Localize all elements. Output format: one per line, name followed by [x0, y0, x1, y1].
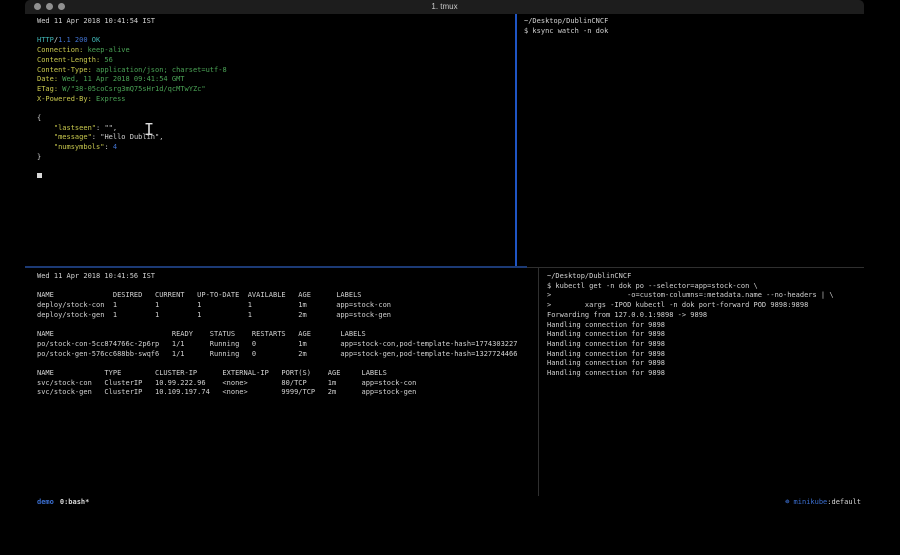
pane-kubectl-resources[interactable]: Wed 11 Apr 2018 10:41:56 IST NAME DESIRE… [25, 270, 538, 496]
terminal-line: { [37, 114, 515, 124]
terminal-line: HTTP/1.1 200 OK [37, 36, 515, 46]
terminal-line [37, 172, 515, 182]
terminal-line: $ kubectl get -n dok po --selector=app=s… [547, 282, 864, 292]
terminal-line: ETag: W/"38-05coCsrg3mQ75sHr1d/qcMTwYZc" [37, 85, 515, 95]
terminal-line: Handling connection for 9898 [547, 369, 864, 379]
terminal-line: po/stock-gen-576cc688bb-swqf6 1/1 Runnin… [37, 350, 538, 360]
window-titlebar[interactable]: 1. tmux [25, 0, 864, 14]
pane-divider-vertical-top[interactable] [515, 14, 517, 266]
tmux-session-name[interactable]: demo [37, 498, 54, 506]
terminal-line: "lastseen": "", [37, 124, 515, 134]
terminal-cursor [37, 173, 42, 178]
terminal-line [37, 282, 538, 292]
tmux-terminal: Wed 11 Apr 2018 10:41:54 IST HTTP/1.1 20… [25, 14, 864, 508]
terminal-line: "numsymbols": 4 [37, 143, 515, 153]
tmux-status-bar: demo 0:bash* ☸ minikube:default [25, 496, 864, 508]
terminal-line: Handling connection for 9898 [547, 340, 864, 350]
terminal-line: Handling connection for 9898 [547, 350, 864, 360]
terminal-line: "message": "Hello Dublin", [37, 133, 515, 143]
terminal-line: Handling connection for 9898 [547, 321, 864, 331]
terminal-line: NAME DESIRED CURRENT UP-TO-DATE AVAILABL… [37, 291, 538, 301]
terminal-line: NAME TYPE CLUSTER-IP EXTERNAL-IP PORT(S)… [37, 369, 538, 379]
kube-context: minikube [789, 498, 827, 506]
status-right: ☸ minikube:default [785, 498, 861, 506]
terminal-line [37, 163, 515, 173]
terminal-line: $ ksync watch -n dok [524, 27, 864, 37]
terminal-line: Handling connection for 9898 [547, 359, 864, 369]
terminal-line: Wed 11 Apr 2018 10:41:56 IST [37, 272, 538, 282]
terminal-line: Handling connection for 9898 [547, 330, 864, 340]
terminal-line: } [37, 153, 515, 163]
terminal-line: ~/Desktop/DublinCNCF [547, 272, 864, 282]
terminal-line: NAME READY STATUS RESTARTS AGE LABELS [37, 330, 538, 340]
maximize-button[interactable] [58, 3, 65, 10]
terminal-line: Wed 11 Apr 2018 10:41:54 IST [37, 17, 515, 27]
terminal-line [37, 359, 538, 369]
terminal-line [37, 321, 538, 331]
terminal-line: svc/stock-con ClusterIP 10.99.222.96 <no… [37, 379, 538, 389]
pane-http-response[interactable]: Wed 11 Apr 2018 10:41:54 IST HTTP/1.1 20… [25, 14, 515, 264]
window-title: 1. tmux [25, 0, 864, 14]
pane-ksync-watch[interactable]: ~/Desktop/DublinCNCF$ ksync watch -n dok [519, 14, 864, 264]
mouse-cursor-ibeam [145, 123, 153, 135]
terminal-line [37, 27, 515, 37]
kube-namespace: :default [827, 498, 861, 506]
terminal-line: > -o=custom-columns=:metadata.name --no-… [547, 291, 864, 301]
close-button[interactable] [34, 3, 41, 10]
terminal-line: > xargs -IPOD kubectl -n dok port-forwar… [547, 301, 864, 311]
terminal-line [37, 104, 515, 114]
terminal-line: po/stock-con-5cc874766c-2p6rp 1/1 Runnin… [37, 340, 538, 350]
terminal-line: Content-Length: 56 [37, 56, 515, 66]
minimize-button[interactable] [46, 3, 53, 10]
pane-port-forward[interactable]: ~/Desktop/DublinCNCF$ kubectl get -n dok… [542, 270, 864, 496]
pane-divider-horizontal-left[interactable] [25, 266, 527, 268]
terminal-line: X-Powered-By: Express [37, 95, 515, 105]
traffic-lights [34, 3, 65, 10]
terminal-line: Connection: keep-alive [37, 46, 515, 56]
pane-divider-vertical-bottom[interactable] [538, 268, 539, 496]
terminal-line: svc/stock-gen ClusterIP 10.109.197.74 <n… [37, 388, 538, 398]
pane-divider-horizontal-right[interactable] [527, 267, 864, 268]
terminal-line: ~/Desktop/DublinCNCF [524, 17, 864, 27]
terminal-line: deploy/stock-con 1 1 1 1 1m app=stock-co… [37, 301, 538, 311]
tmux-window-label[interactable]: 0:bash* [60, 498, 90, 506]
terminal-line: Forwarding from 127.0.0.1:9898 -> 9898 [547, 311, 864, 321]
terminal-line: Date: Wed, 11 Apr 2018 09:41:54 GMT [37, 75, 515, 85]
terminal-window: 1. tmux Wed 11 Apr 2018 10:41:54 IST HTT… [25, 0, 864, 508]
terminal-line: Content-Type: application/json; charset=… [37, 66, 515, 76]
terminal-line: deploy/stock-gen 1 1 1 1 2m app=stock-ge… [37, 311, 538, 321]
